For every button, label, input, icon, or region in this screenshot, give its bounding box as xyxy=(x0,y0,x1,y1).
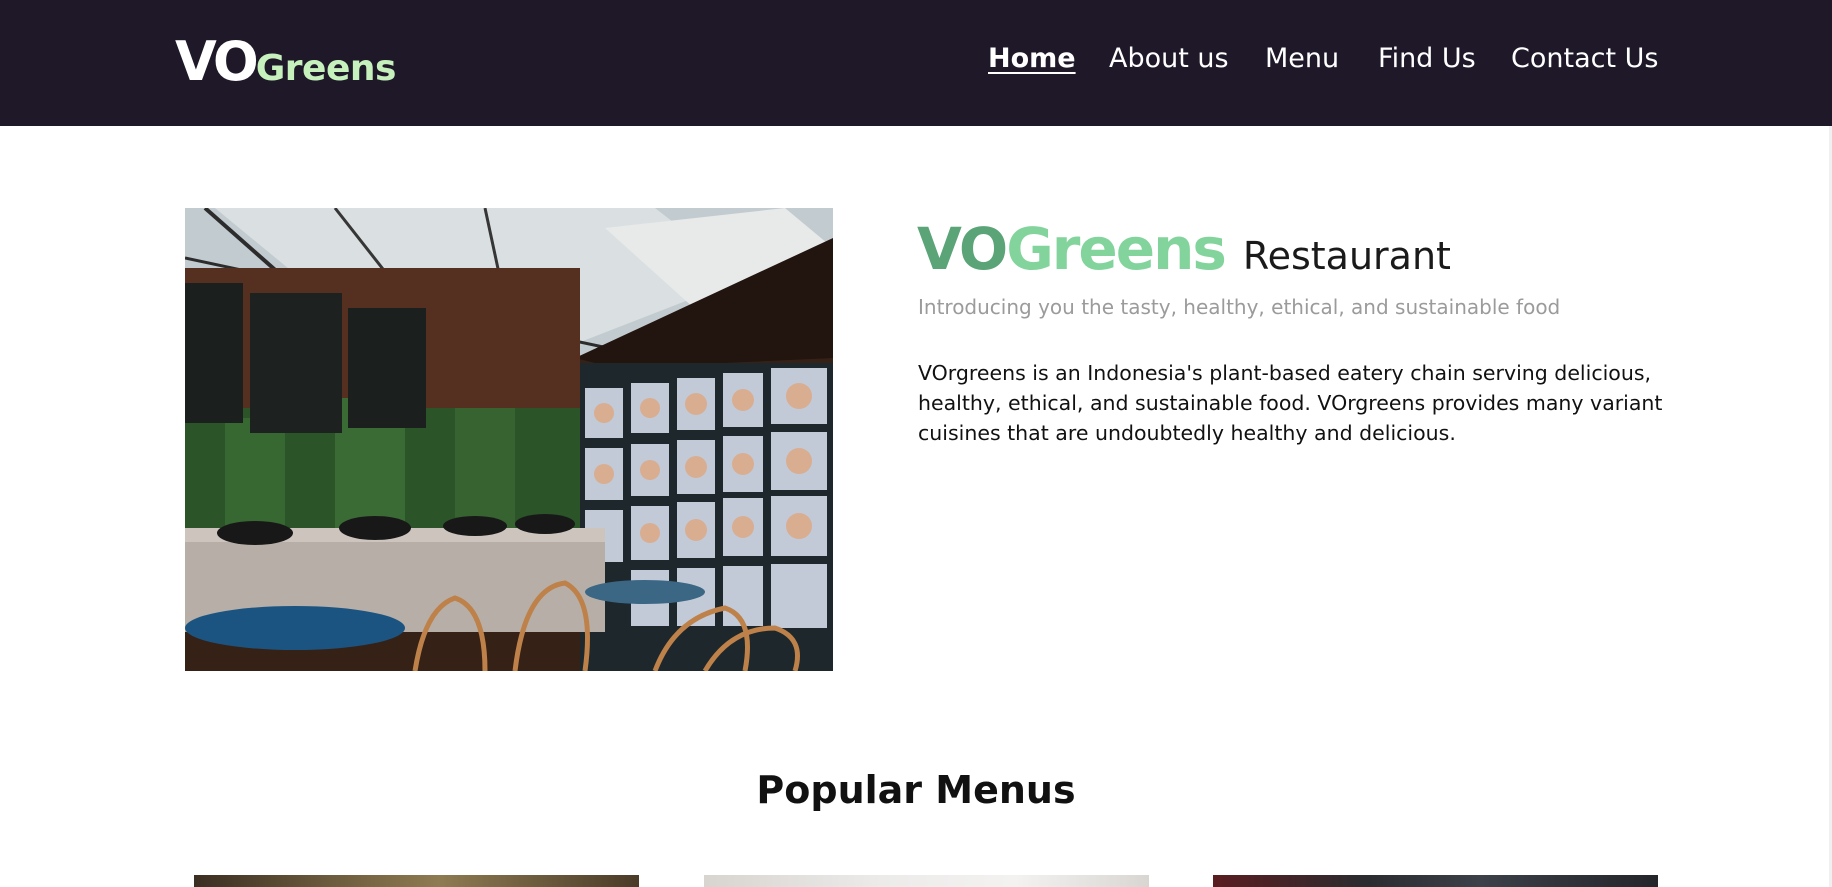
menu-card-image[interactable] xyxy=(1213,875,1658,887)
hero-title-vo: VO xyxy=(917,215,1008,283)
navbar: VOGreens Home About us Menu Find Us Cont… xyxy=(0,0,1832,126)
nav-home-link[interactable]: Home xyxy=(988,43,1076,74)
hero-title-greens: Greens xyxy=(1006,215,1227,283)
nav-contact-link[interactable]: Contact Us xyxy=(1511,43,1658,74)
hero-description: VOrgreens is an Indonesia's plant-based … xyxy=(918,361,1663,445)
nav-find-us-link[interactable]: Find Us xyxy=(1378,43,1476,74)
main-nav: Home About us Menu Find Us Contact Us xyxy=(0,43,1832,83)
hero-title: VOGreens Restaurant xyxy=(917,215,1451,283)
nav-menu-link[interactable]: Menu xyxy=(1265,43,1339,74)
hero-title-restaurant: Restaurant xyxy=(1242,234,1451,278)
restaurant-interior-photo xyxy=(185,208,833,671)
menu-card-image[interactable] xyxy=(704,875,1149,887)
hero-subtitle: Introducing you the tasty, healthy, ethi… xyxy=(918,295,1561,319)
nav-about-link[interactable]: About us xyxy=(1109,43,1229,74)
popular-menus-title: Popular Menus xyxy=(756,768,1076,812)
menu-card-image[interactable] xyxy=(194,875,639,887)
